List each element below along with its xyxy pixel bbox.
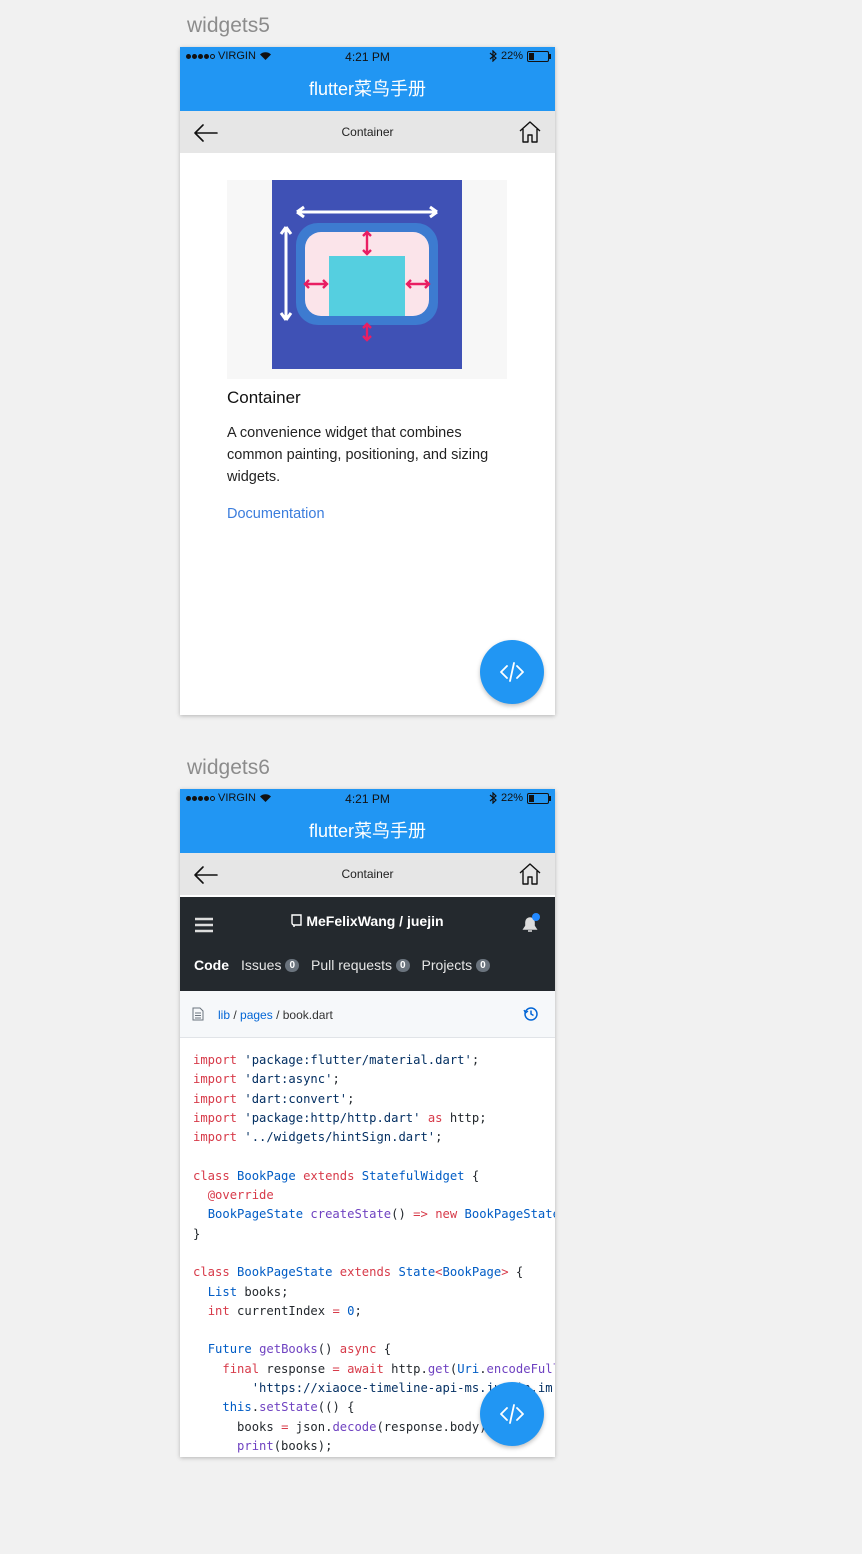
- widget-title: Container: [227, 388, 301, 407]
- repo-tabs: Code Issues 0 Pull requests 0 Projects 0: [194, 957, 490, 973]
- history-icon[interactable]: [523, 1006, 539, 1022]
- app-bar-title: flutter菜鸟手册: [180, 67, 555, 111]
- pull-requests-count-badge: 0: [395, 958, 410, 972]
- tab-issues[interactable]: Issues 0: [241, 957, 300, 973]
- home-icon[interactable]: [517, 119, 543, 145]
- repo-name: juejin: [406, 913, 444, 929]
- bluetooth-icon: [489, 792, 497, 804]
- status-bar: VIRGIN 4:21 PM 22%: [180, 789, 555, 809]
- issues-count-badge: 0: [285, 958, 300, 972]
- breadcrumb-file: book.dart: [282, 1008, 333, 1022]
- widget-description: A convenience widget that combines commo…: [227, 425, 489, 485]
- file-breadcrumb-bar: lib / pages / book.dart: [180, 991, 555, 1038]
- tab-code[interactable]: Code: [194, 957, 229, 973]
- nav-bar: Container: [180, 111, 555, 153]
- status-bar: VIRGIN 4:21 PM 22%: [180, 47, 555, 67]
- code-icon: [500, 662, 524, 682]
- battery-icon: [527, 792, 551, 804]
- notification-bell-icon[interactable]: [519, 913, 541, 935]
- battery-icon: [527, 50, 551, 62]
- breadcrumb: lib / pages / book.dart: [218, 1008, 333, 1022]
- battery-percent: 22%: [500, 792, 523, 804]
- nav-title: Container: [341, 867, 394, 881]
- file-icon: [192, 1007, 204, 1021]
- home-icon[interactable]: [517, 861, 543, 887]
- phone-screen-widgets5: VIRGIN 4:21 PM 22% flutter菜鸟手册 Container: [180, 47, 555, 715]
- repo-book-icon: [291, 914, 303, 927]
- documentation-link[interactable]: Documentation: [227, 506, 325, 522]
- nav-title: Container: [341, 125, 394, 139]
- tab-pull-requests[interactable]: Pull requests 0: [311, 957, 410, 973]
- phone-screen-widgets6: VIRGIN 4:21 PM 22% flutter菜鸟手册 Container…: [180, 789, 555, 1457]
- app-bar-title: flutter菜鸟手册: [180, 809, 555, 853]
- battery-percent: 22%: [500, 50, 523, 62]
- container-illustration: [227, 180, 507, 379]
- view-code-button[interactable]: [480, 640, 544, 704]
- projects-count-badge: 0: [476, 958, 490, 972]
- board-label-widgets5: widgets5: [187, 14, 270, 37]
- tab-projects[interactable]: Projects 0: [422, 957, 490, 973]
- nav-bar: Container: [180, 853, 555, 895]
- view-code-button[interactable]: [480, 1382, 544, 1446]
- code-icon: [500, 1404, 524, 1424]
- github-header: MeFelixWang / juejin Code Issues 0 Pull r…: [180, 897, 555, 991]
- bluetooth-icon: [489, 50, 497, 62]
- breadcrumb-lib-link[interactable]: lib: [218, 1008, 230, 1022]
- board-label-widgets6: widgets6: [187, 756, 270, 779]
- container-diagram-image: [272, 180, 462, 369]
- repo-separator: /: [395, 913, 407, 929]
- repo-title[interactable]: MeFelixWang / juejin: [180, 913, 555, 929]
- breadcrumb-pages-link[interactable]: pages: [240, 1008, 273, 1022]
- repo-owner: MeFelixWang: [306, 913, 396, 929]
